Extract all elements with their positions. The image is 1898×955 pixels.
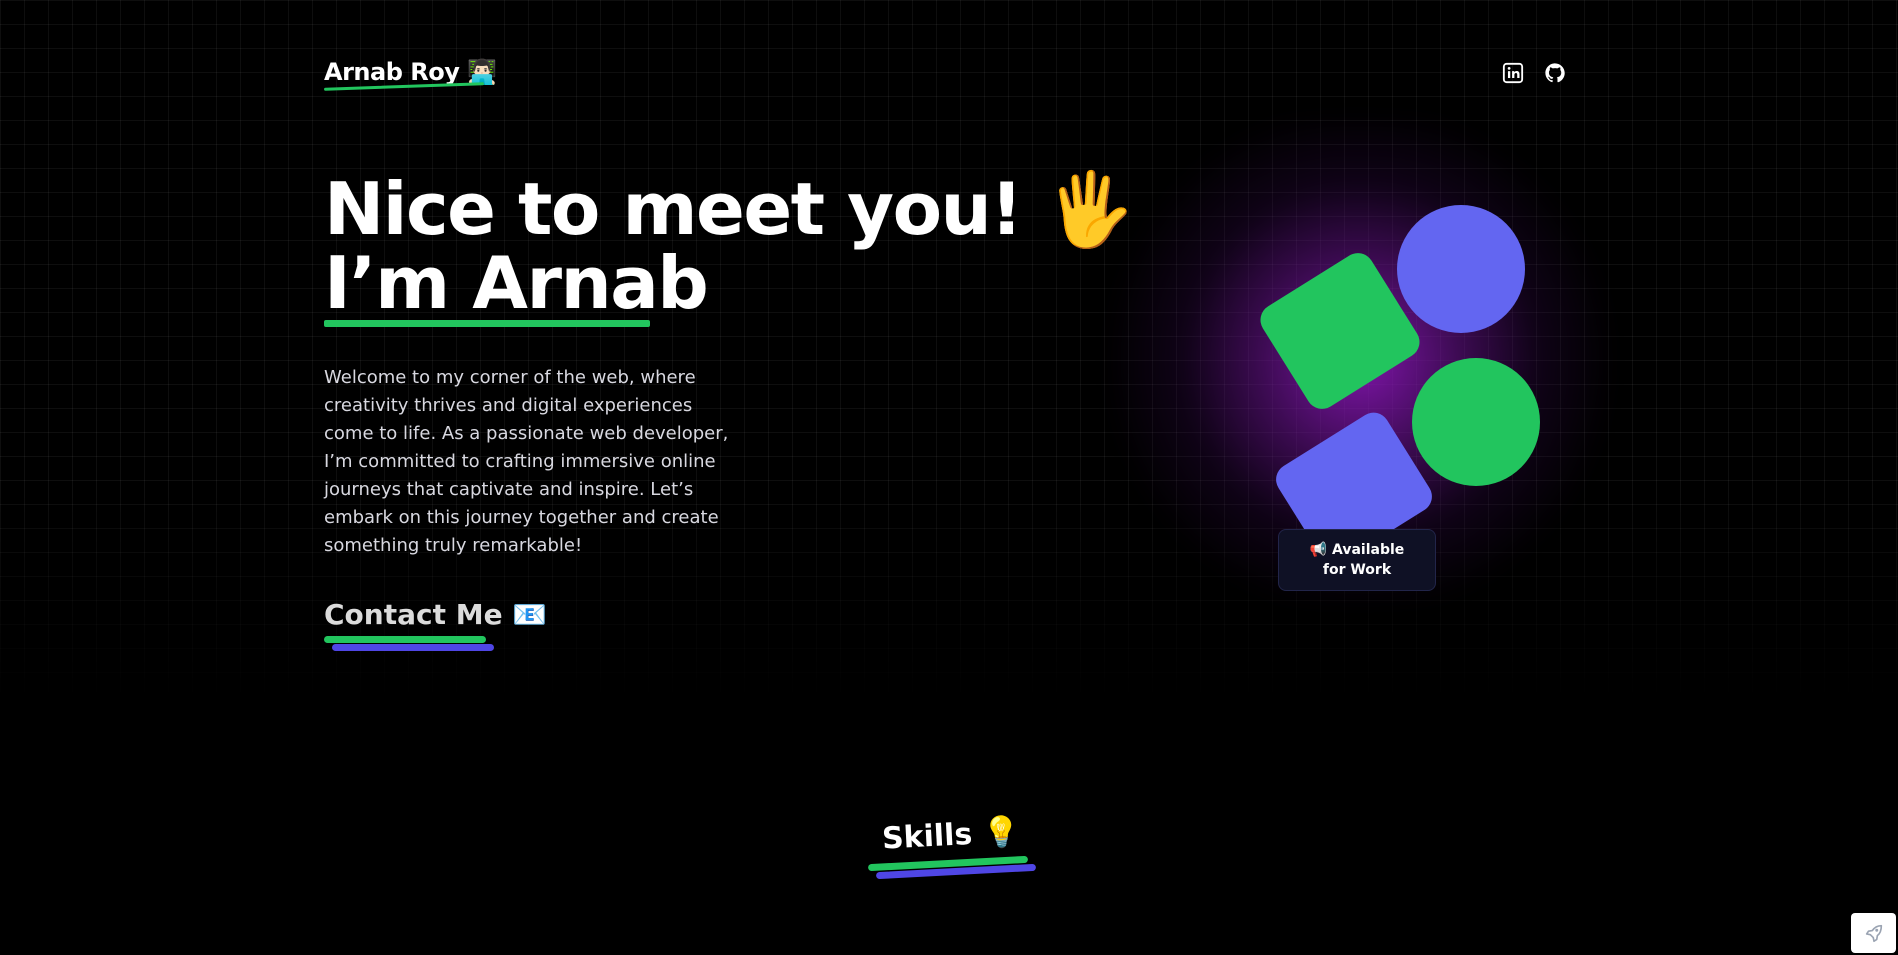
name-underline [324, 320, 650, 327]
availability-badge: 📢 Available for Work [1278, 529, 1436, 591]
contact-me-link[interactable]: Contact Me 📧 [324, 598, 547, 631]
contact-underline-green [324, 636, 486, 643]
github-icon[interactable] [1544, 62, 1566, 84]
green-circle-shape [1412, 358, 1540, 486]
availability-badge-text: 📢 Available for Work [1309, 542, 1405, 578]
hero-intro: Welcome to my corner of the web, where c… [324, 367, 729, 556]
skills-heading: Skills 💡 [881, 814, 1021, 857]
hero-title-line1: Nice to meet you! 🖐️ [324, 167, 1135, 251]
skills-heading-wrap: Skills 💡 [881, 814, 1021, 856]
hero-title-line2: I’m Arnab [324, 241, 709, 325]
rocket-icon [1865, 924, 1882, 943]
linkedin-icon[interactable] [1502, 62, 1524, 84]
hero-title: Nice to meet you! 🖐️ I’m Arnab [324, 172, 1135, 325]
blue-circle-shape [1397, 205, 1525, 333]
contact-underline-indigo [332, 644, 494, 651]
scroll-top-button[interactable] [1851, 913, 1896, 953]
social-links [1502, 62, 1566, 84]
